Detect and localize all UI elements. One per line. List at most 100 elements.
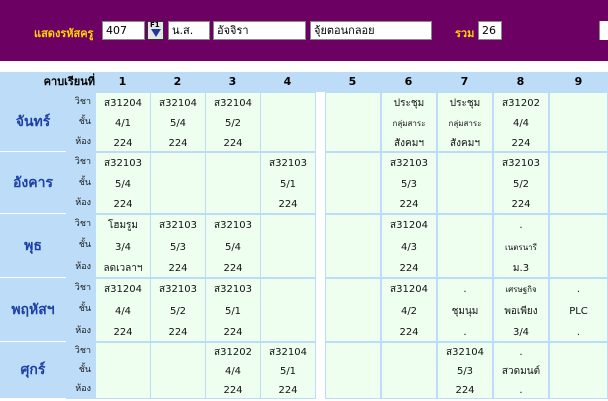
lookup-button[interactable]: F1 bbox=[147, 21, 164, 40]
timetable-cell[interactable]: ส32104 5/2 224 bbox=[205, 92, 261, 152]
first-name-field[interactable]: อัจจิรา bbox=[213, 21, 306, 40]
last-name-field[interactable]: จุ้ยตอนกลอย bbox=[310, 21, 432, 40]
timetable-cell[interactable] bbox=[325, 342, 381, 399]
timetable-cell[interactable]: . PLC. bbox=[549, 278, 608, 342]
timetable-cell[interactable] bbox=[205, 152, 261, 214]
cell-line bbox=[326, 325, 380, 340]
cell-line: . bbox=[519, 347, 523, 358]
timetable-cell[interactable] bbox=[437, 152, 493, 214]
cell-line: ประชุม bbox=[393, 97, 425, 109]
timetable-cell[interactable]: โฮมรูม 3/4 ลดเวลาฯ bbox=[95, 214, 151, 278]
period-number-7: 7 bbox=[460, 75, 469, 88]
total-label: รวม bbox=[455, 27, 475, 40]
timetable-cell[interactable] bbox=[437, 214, 493, 278]
total-field[interactable]: 26 bbox=[478, 21, 502, 40]
cell-line bbox=[261, 136, 315, 151]
cell-line bbox=[261, 304, 315, 319]
cell-line bbox=[438, 240, 492, 255]
timetable-cell[interactable] bbox=[549, 92, 608, 152]
day-name: พฤหัสฯ bbox=[0, 278, 66, 342]
cell-line: กลุ่มสาระ bbox=[448, 118, 482, 128]
timetable-cell[interactable] bbox=[260, 278, 316, 342]
cell-line bbox=[96, 383, 150, 398]
cell-line: PLC bbox=[569, 305, 588, 317]
timetable-cell[interactable] bbox=[325, 92, 381, 152]
timetable-cell[interactable] bbox=[260, 214, 316, 278]
cell-line bbox=[261, 282, 315, 297]
timetable-cell[interactable]: เศรษฐกิจ พอเพียง 3/4 bbox=[493, 278, 549, 342]
timetable-cell[interactable]: ส32103 5/4 224 bbox=[205, 214, 261, 278]
timetable-cell[interactable] bbox=[325, 214, 381, 278]
cell-line: พอเพียง bbox=[504, 305, 538, 317]
timetable-cell[interactable]: ส32103 5/2 224 bbox=[493, 152, 549, 214]
timetable-cell[interactable]: ส31202 4/4 224 bbox=[205, 342, 261, 399]
timetable-cell[interactable] bbox=[150, 152, 206, 214]
period-number-2: 2 bbox=[173, 75, 182, 88]
timetable-cell[interactable]: ประชุม กลุ่มสาระ สังคมฯ bbox=[381, 92, 437, 152]
cell-line: เศรษฐกิจ bbox=[505, 285, 537, 295]
timetable-cell[interactable] bbox=[260, 92, 316, 152]
cell-line bbox=[326, 240, 380, 255]
cell-line: 224 bbox=[399, 199, 419, 211]
cell-line: . bbox=[463, 326, 467, 338]
cell-line bbox=[550, 197, 607, 212]
timetable-cell[interactable]: ส32103 5/4 224 bbox=[95, 152, 151, 214]
timetable-cell[interactable]: ส32103 5/3 224 bbox=[150, 214, 206, 278]
timetable-cell[interactable] bbox=[95, 342, 151, 399]
cell-line: ส31202 bbox=[502, 97, 540, 109]
timetable-cell[interactable]: ส32104 5/4 224 bbox=[150, 92, 206, 152]
cell-line bbox=[438, 261, 492, 276]
cell-line: . bbox=[463, 284, 467, 296]
teacher-code-field[interactable]: 407 bbox=[102, 21, 145, 40]
cell-line: 224 bbox=[223, 326, 243, 338]
cell-line bbox=[206, 177, 260, 192]
cell-line: สวดมนต์ bbox=[501, 366, 541, 377]
day-row: ศุกร์ วิชา ชั้น ห้อง ส31202 4/4 224 ส32104 5/1 22… bbox=[0, 342, 608, 399]
timetable-cell[interactable]: ส32103 5/2 224 bbox=[150, 278, 206, 342]
period-number-8: 8 bbox=[516, 75, 525, 88]
cell-line: ส32104 bbox=[159, 97, 197, 109]
cell-line: . bbox=[576, 326, 581, 338]
timetable-cell[interactable]: ส32104 5/3 224 bbox=[437, 342, 493, 399]
timetable-cell[interactable] bbox=[381, 342, 437, 399]
timetable-cell[interactable]: ส32104 5/1 224 bbox=[260, 342, 316, 399]
timetable-cell[interactable] bbox=[549, 214, 608, 278]
row-label: ห้อง bbox=[66, 193, 95, 214]
cell-line: ส32103 bbox=[159, 220, 197, 232]
timetable-cell[interactable]: ส31202 4/4 224 bbox=[493, 92, 549, 152]
period-number-3: 3 bbox=[228, 75, 237, 88]
row-label: วิชา bbox=[66, 214, 95, 236]
cell-line: ส32103 bbox=[104, 157, 142, 169]
timetable-cell[interactable]: ส31204 4/1 224 bbox=[95, 92, 151, 152]
timetable-cell[interactable] bbox=[150, 342, 206, 399]
timetable-cell[interactable]: . ชุมนุม. bbox=[437, 278, 493, 342]
cell-line: 3/4 bbox=[114, 241, 132, 253]
right-edge-field[interactable] bbox=[599, 21, 608, 40]
timetable-cell[interactable] bbox=[325, 278, 381, 342]
timetable-cell[interactable]: ประชุม กลุ่มสาระ สังคมฯ bbox=[437, 92, 493, 152]
timetable-cell[interactable]: ส31204 4/2 224 bbox=[381, 278, 437, 342]
cell-line: 5/1 bbox=[224, 305, 242, 317]
timetable-cell[interactable]: ส32103 5/1 224 bbox=[260, 152, 316, 214]
timetable-cell[interactable] bbox=[549, 342, 608, 399]
timetable-cell[interactable] bbox=[549, 152, 608, 214]
title-prefix-field[interactable]: น.ส. bbox=[168, 21, 210, 40]
cell-line bbox=[438, 177, 492, 192]
cell-line: 5/1 bbox=[279, 178, 297, 190]
timetable-cell[interactable]: . เนตรนารี ม.3 bbox=[493, 214, 549, 278]
timetable-cell[interactable]: ส32103 5/3 224 bbox=[381, 152, 437, 214]
row-label: ห้อง bbox=[66, 380, 95, 399]
cell-line bbox=[550, 136, 607, 151]
timetable-cell[interactable] bbox=[325, 152, 381, 214]
cell-line bbox=[550, 240, 607, 255]
timetable-cell[interactable]: ส32103 5/1 224 bbox=[205, 278, 261, 342]
cell-line: 224 bbox=[168, 137, 188, 149]
cell-line: ส32103 bbox=[159, 284, 197, 296]
cell-line: ส31202 bbox=[214, 347, 252, 358]
timetable-cell[interactable]: . สวดมนต์. bbox=[493, 342, 549, 399]
cell-line bbox=[550, 116, 607, 131]
timetable-cell[interactable]: ส31204 4/3 224 bbox=[381, 214, 437, 278]
cell-line: สังคมฯ bbox=[394, 137, 424, 149]
cell-line bbox=[550, 156, 607, 171]
timetable-cell[interactable]: ส31204 4/4 224 bbox=[95, 278, 151, 342]
